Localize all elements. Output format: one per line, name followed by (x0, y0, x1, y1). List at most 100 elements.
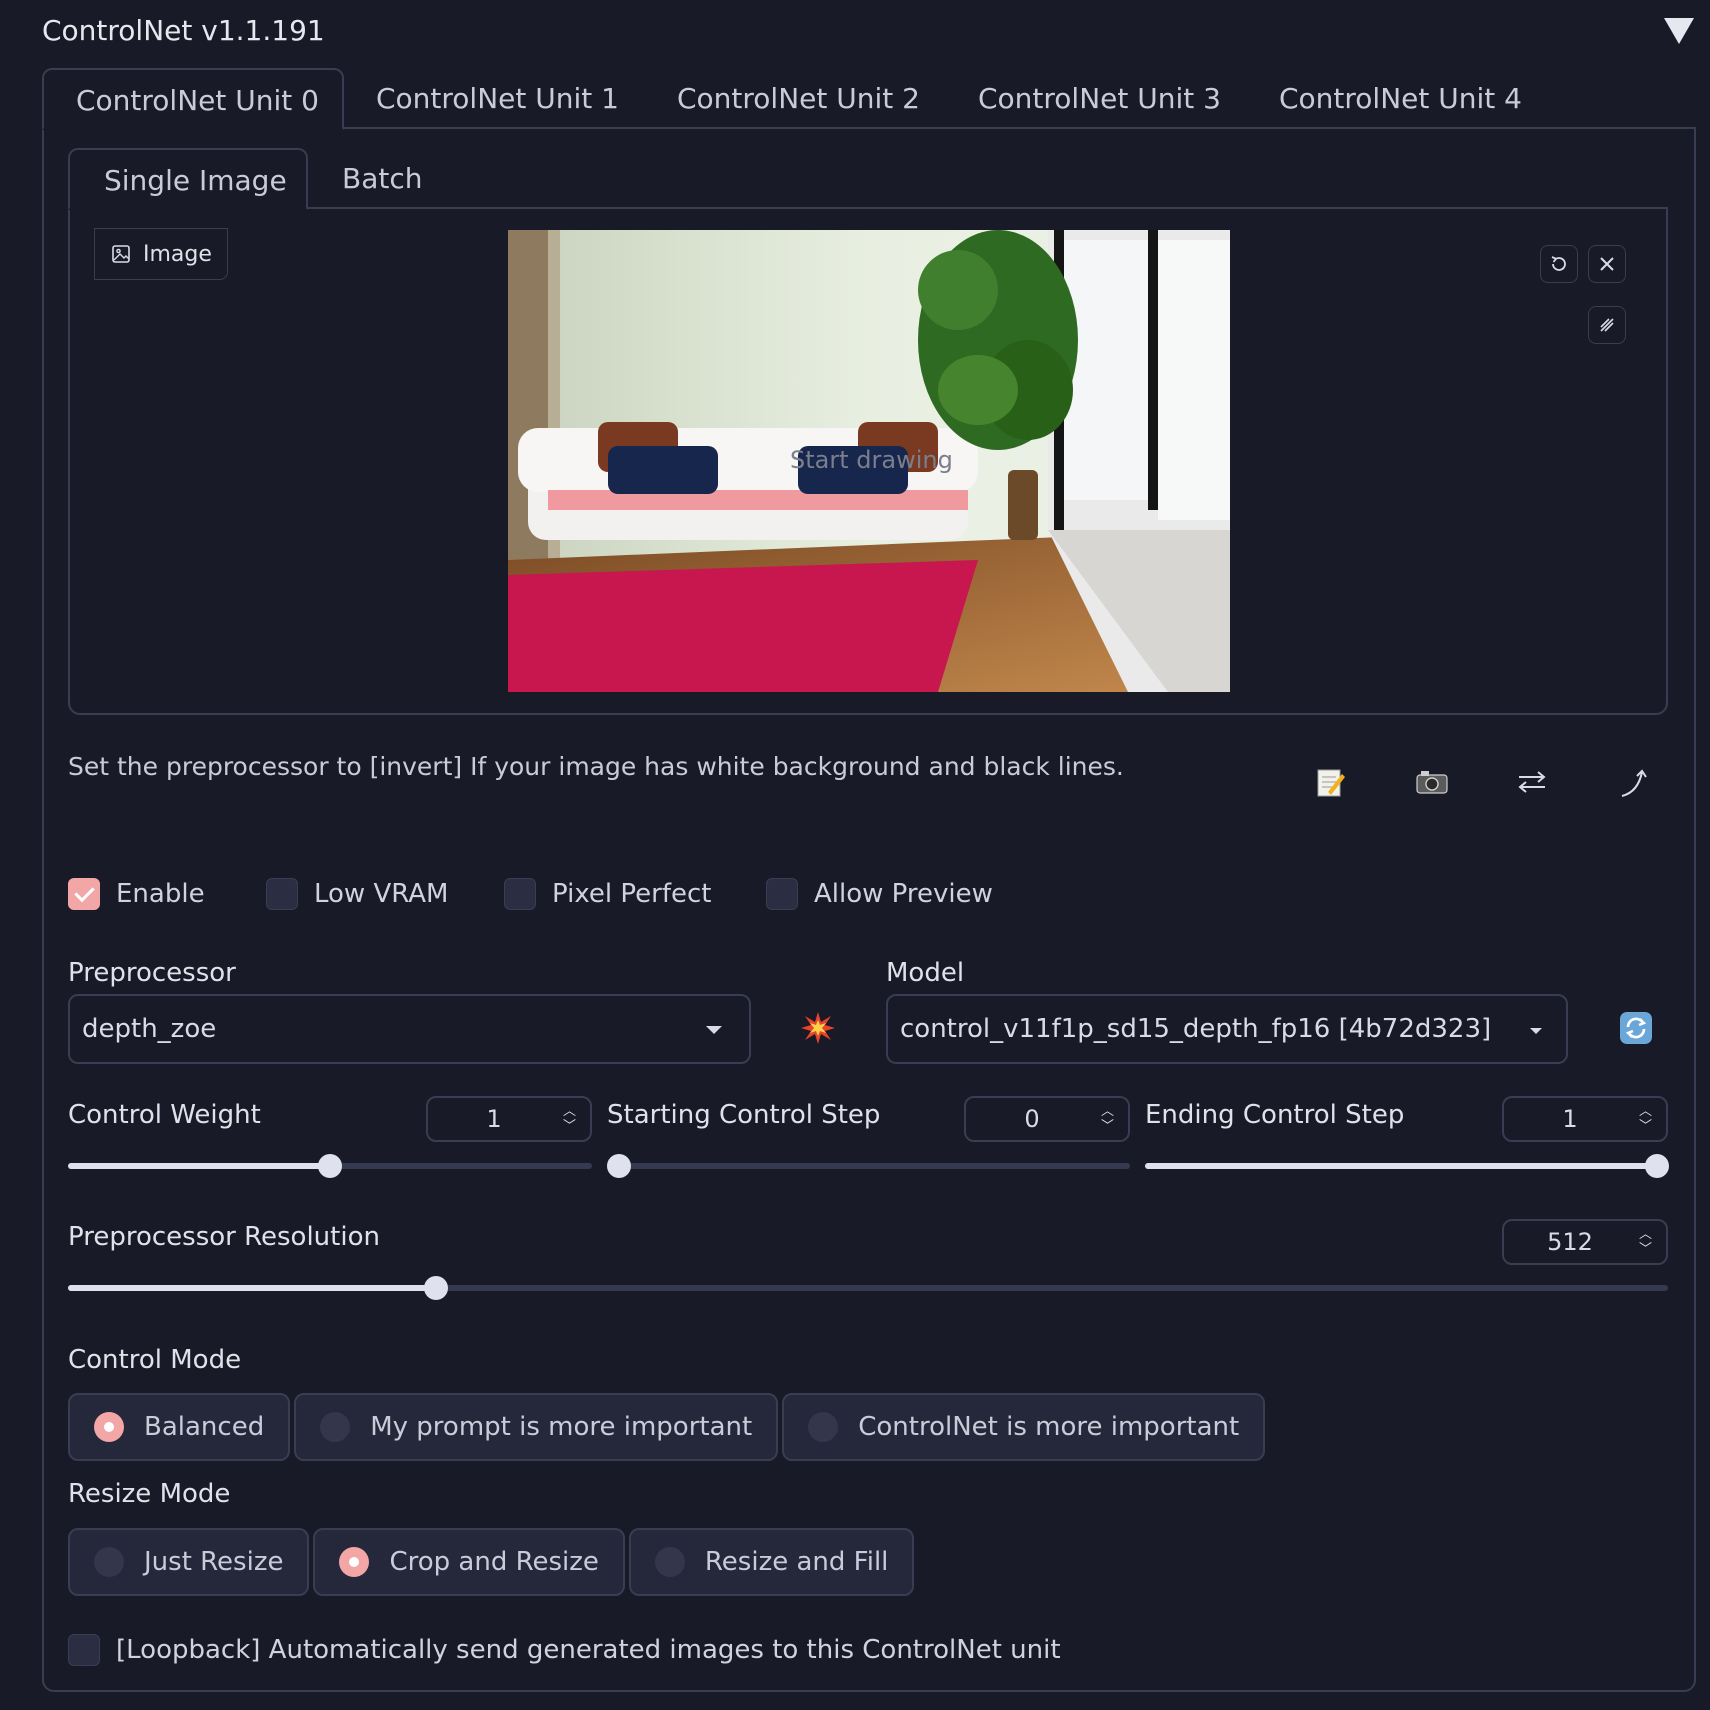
preprocessor-resolution-input[interactable]: 512 ︿ ﹀ (1502, 1219, 1668, 1265)
preprocessor-resolution-value: 512 (1547, 1228, 1593, 1256)
chevron-down-icon (706, 1026, 722, 1034)
spinner-arrows-icon[interactable]: ︿ ﹀ (1639, 1227, 1652, 1257)
preprocessor-label: Preprocessor (68, 958, 236, 988)
starting-step-thumb[interactable] (607, 1154, 631, 1178)
control-weight-input[interactable]: 1 ︿ ﹀ (426, 1096, 592, 1142)
low-vram-checkbox-box[interactable] (266, 878, 298, 910)
preprocessor-resolution-thumb[interactable] (424, 1276, 448, 1300)
mirror-webcam-button[interactable] (1512, 762, 1552, 802)
radio-label: Resize and Fill (704, 1547, 889, 1577)
radio-label: ControlNet is more important (858, 1412, 1240, 1442)
tab-controlnet-unit-4[interactable]: ControlNet Unit 4 (1279, 68, 1539, 130)
pixel-perfect-checkbox-box[interactable] (504, 878, 536, 910)
tab-controlnet-unit-0[interactable]: ControlNet Unit 0 (42, 68, 344, 130)
refresh-models-button[interactable] (1618, 1010, 1654, 1050)
resize-mode-group: Just Resize Crop and Resize Resize and F… (68, 1528, 915, 1596)
resize-mode-label: Resize Mode (68, 1479, 231, 1509)
preprocessor-resolution-label: Preprocessor Resolution (68, 1222, 380, 1252)
control-mode-group: Balanced My prompt is more important Con… (68, 1393, 1266, 1461)
brush-icon (1600, 318, 1614, 332)
ending-step-label: Ending Control Step (1145, 1100, 1405, 1130)
brush-button[interactable] (1588, 306, 1626, 344)
radio-button[interactable] (654, 1547, 685, 1577)
loopback-checkbox-box[interactable] (68, 1634, 100, 1666)
undo-icon (1551, 256, 1566, 271)
preprocessor-resolution-fill (68, 1285, 436, 1291)
canvas-hint: Start drawing (790, 446, 953, 474)
control-weight-value: 1 (486, 1105, 502, 1133)
pixel-perfect-label: Pixel Perfect (552, 879, 712, 909)
starting-step-track[interactable] (607, 1163, 1130, 1169)
webcam-button[interactable] (1412, 762, 1452, 802)
radio-label: Just Resize (144, 1547, 284, 1577)
control-weight-fill (68, 1163, 330, 1169)
undo-button[interactable] (1540, 245, 1578, 283)
camera-icon (1416, 771, 1448, 794)
collapse-triangle-icon[interactable] (1664, 18, 1694, 44)
close-icon (1600, 257, 1614, 271)
curved-arrow-icon (1621, 769, 1647, 797)
send-dimensions-button[interactable] (1614, 762, 1654, 802)
clear-image-button[interactable] (1588, 245, 1626, 283)
ending-step-fill (1145, 1163, 1657, 1169)
resize-mode-just-resize[interactable]: Just Resize (68, 1528, 310, 1596)
tab-single-image[interactable]: Single Image (68, 148, 308, 210)
control-mode-controlnet[interactable]: ControlNet is more important (782, 1393, 1266, 1461)
run-preprocessor-button[interactable] (800, 1010, 836, 1050)
allow-preview-checkbox-box[interactable] (766, 878, 798, 910)
radio-button[interactable] (339, 1547, 370, 1577)
radio-button[interactable] (94, 1412, 124, 1442)
enable-checkbox[interactable]: Enable (68, 874, 205, 914)
ending-step-value: 1 (1562, 1105, 1578, 1133)
control-mode-label: Control Mode (68, 1345, 242, 1375)
loopback-checkbox[interactable]: [Loopback] Automatically send generated … (68, 1630, 1061, 1670)
preprocessor-value: depth_zoe (82, 1014, 217, 1044)
starting-step-value: 0 (1024, 1105, 1040, 1133)
invert-hint: Set the preprocessor to [invert] If your… (68, 752, 1124, 781)
ending-step-thumb[interactable] (1645, 1154, 1669, 1178)
model-label: Model (886, 958, 965, 988)
controlnet-panel: ControlNet v1.1.191 ControlNet Unit 0 Co… (0, 0, 1710, 1710)
starting-step-input[interactable]: 0 ︿ ﹀ (964, 1096, 1130, 1142)
swap-arrows-icon (1518, 771, 1546, 793)
enable-checkbox-box[interactable] (68, 878, 100, 910)
tab-controlnet-unit-1[interactable]: ControlNet Unit 1 (376, 68, 636, 130)
spinner-arrows-icon[interactable]: ︿ ﹀ (1639, 1104, 1652, 1134)
model-dropdown[interactable]: control_v11f1p_sd15_depth_fp16 [4b72d323… (886, 994, 1568, 1064)
new-canvas-button[interactable] (1310, 762, 1350, 802)
notepad-pencil-icon (1317, 769, 1345, 797)
model-value: control_v11f1p_sd15_depth_fp16 [4b72d323… (900, 1014, 1492, 1044)
starting-step-label: Starting Control Step (607, 1100, 881, 1130)
tab-controlnet-unit-2[interactable]: ControlNet Unit 2 (677, 68, 937, 130)
pixel-perfect-checkbox[interactable]: Pixel Perfect (504, 874, 711, 914)
accordion-title[interactable]: ControlNet v1.1.191 (42, 14, 325, 47)
radio-label: My prompt is more important (370, 1412, 753, 1442)
radio-button[interactable] (320, 1412, 351, 1442)
low-vram-label: Low VRAM (314, 879, 449, 909)
image-icon (112, 245, 130, 263)
resize-mode-resize-and-fill[interactable]: Resize and Fill (628, 1528, 915, 1596)
low-vram-checkbox[interactable]: Low VRAM (266, 874, 448, 914)
preprocessor-dropdown[interactable]: depth_zoe (68, 994, 751, 1064)
control-mode-balanced[interactable]: Balanced (68, 1393, 291, 1461)
image-label: Image (94, 228, 228, 280)
radio-label: Crop and Resize (389, 1547, 599, 1577)
radio-button[interactable] (808, 1412, 839, 1442)
image-label-text: Image (143, 241, 212, 267)
allow-preview-checkbox[interactable]: Allow Preview (766, 874, 993, 914)
explosion-icon (801, 1012, 835, 1044)
radio-button[interactable] (94, 1547, 124, 1577)
spinner-arrows-icon[interactable]: ︿ ﹀ (563, 1104, 576, 1134)
spinner-arrows-icon[interactable]: ︿ ﹀ (1101, 1104, 1114, 1134)
chevron-down-icon (1530, 1028, 1542, 1034)
control-mode-prompt[interactable]: My prompt is more important (294, 1393, 779, 1461)
tab-batch[interactable]: Batch (342, 148, 482, 210)
ending-step-input[interactable]: 1 ︿ ﹀ (1502, 1096, 1668, 1142)
tab-controlnet-unit-3[interactable]: ControlNet Unit 3 (978, 68, 1238, 130)
allow-preview-label: Allow Preview (814, 879, 993, 909)
control-weight-label: Control Weight (68, 1100, 261, 1130)
loopback-label: [Loopback] Automatically send generated … (116, 1635, 1061, 1665)
resize-mode-crop-and-resize[interactable]: Crop and Resize (313, 1528, 625, 1596)
control-weight-thumb[interactable] (318, 1154, 342, 1178)
enable-label: Enable (116, 879, 205, 909)
